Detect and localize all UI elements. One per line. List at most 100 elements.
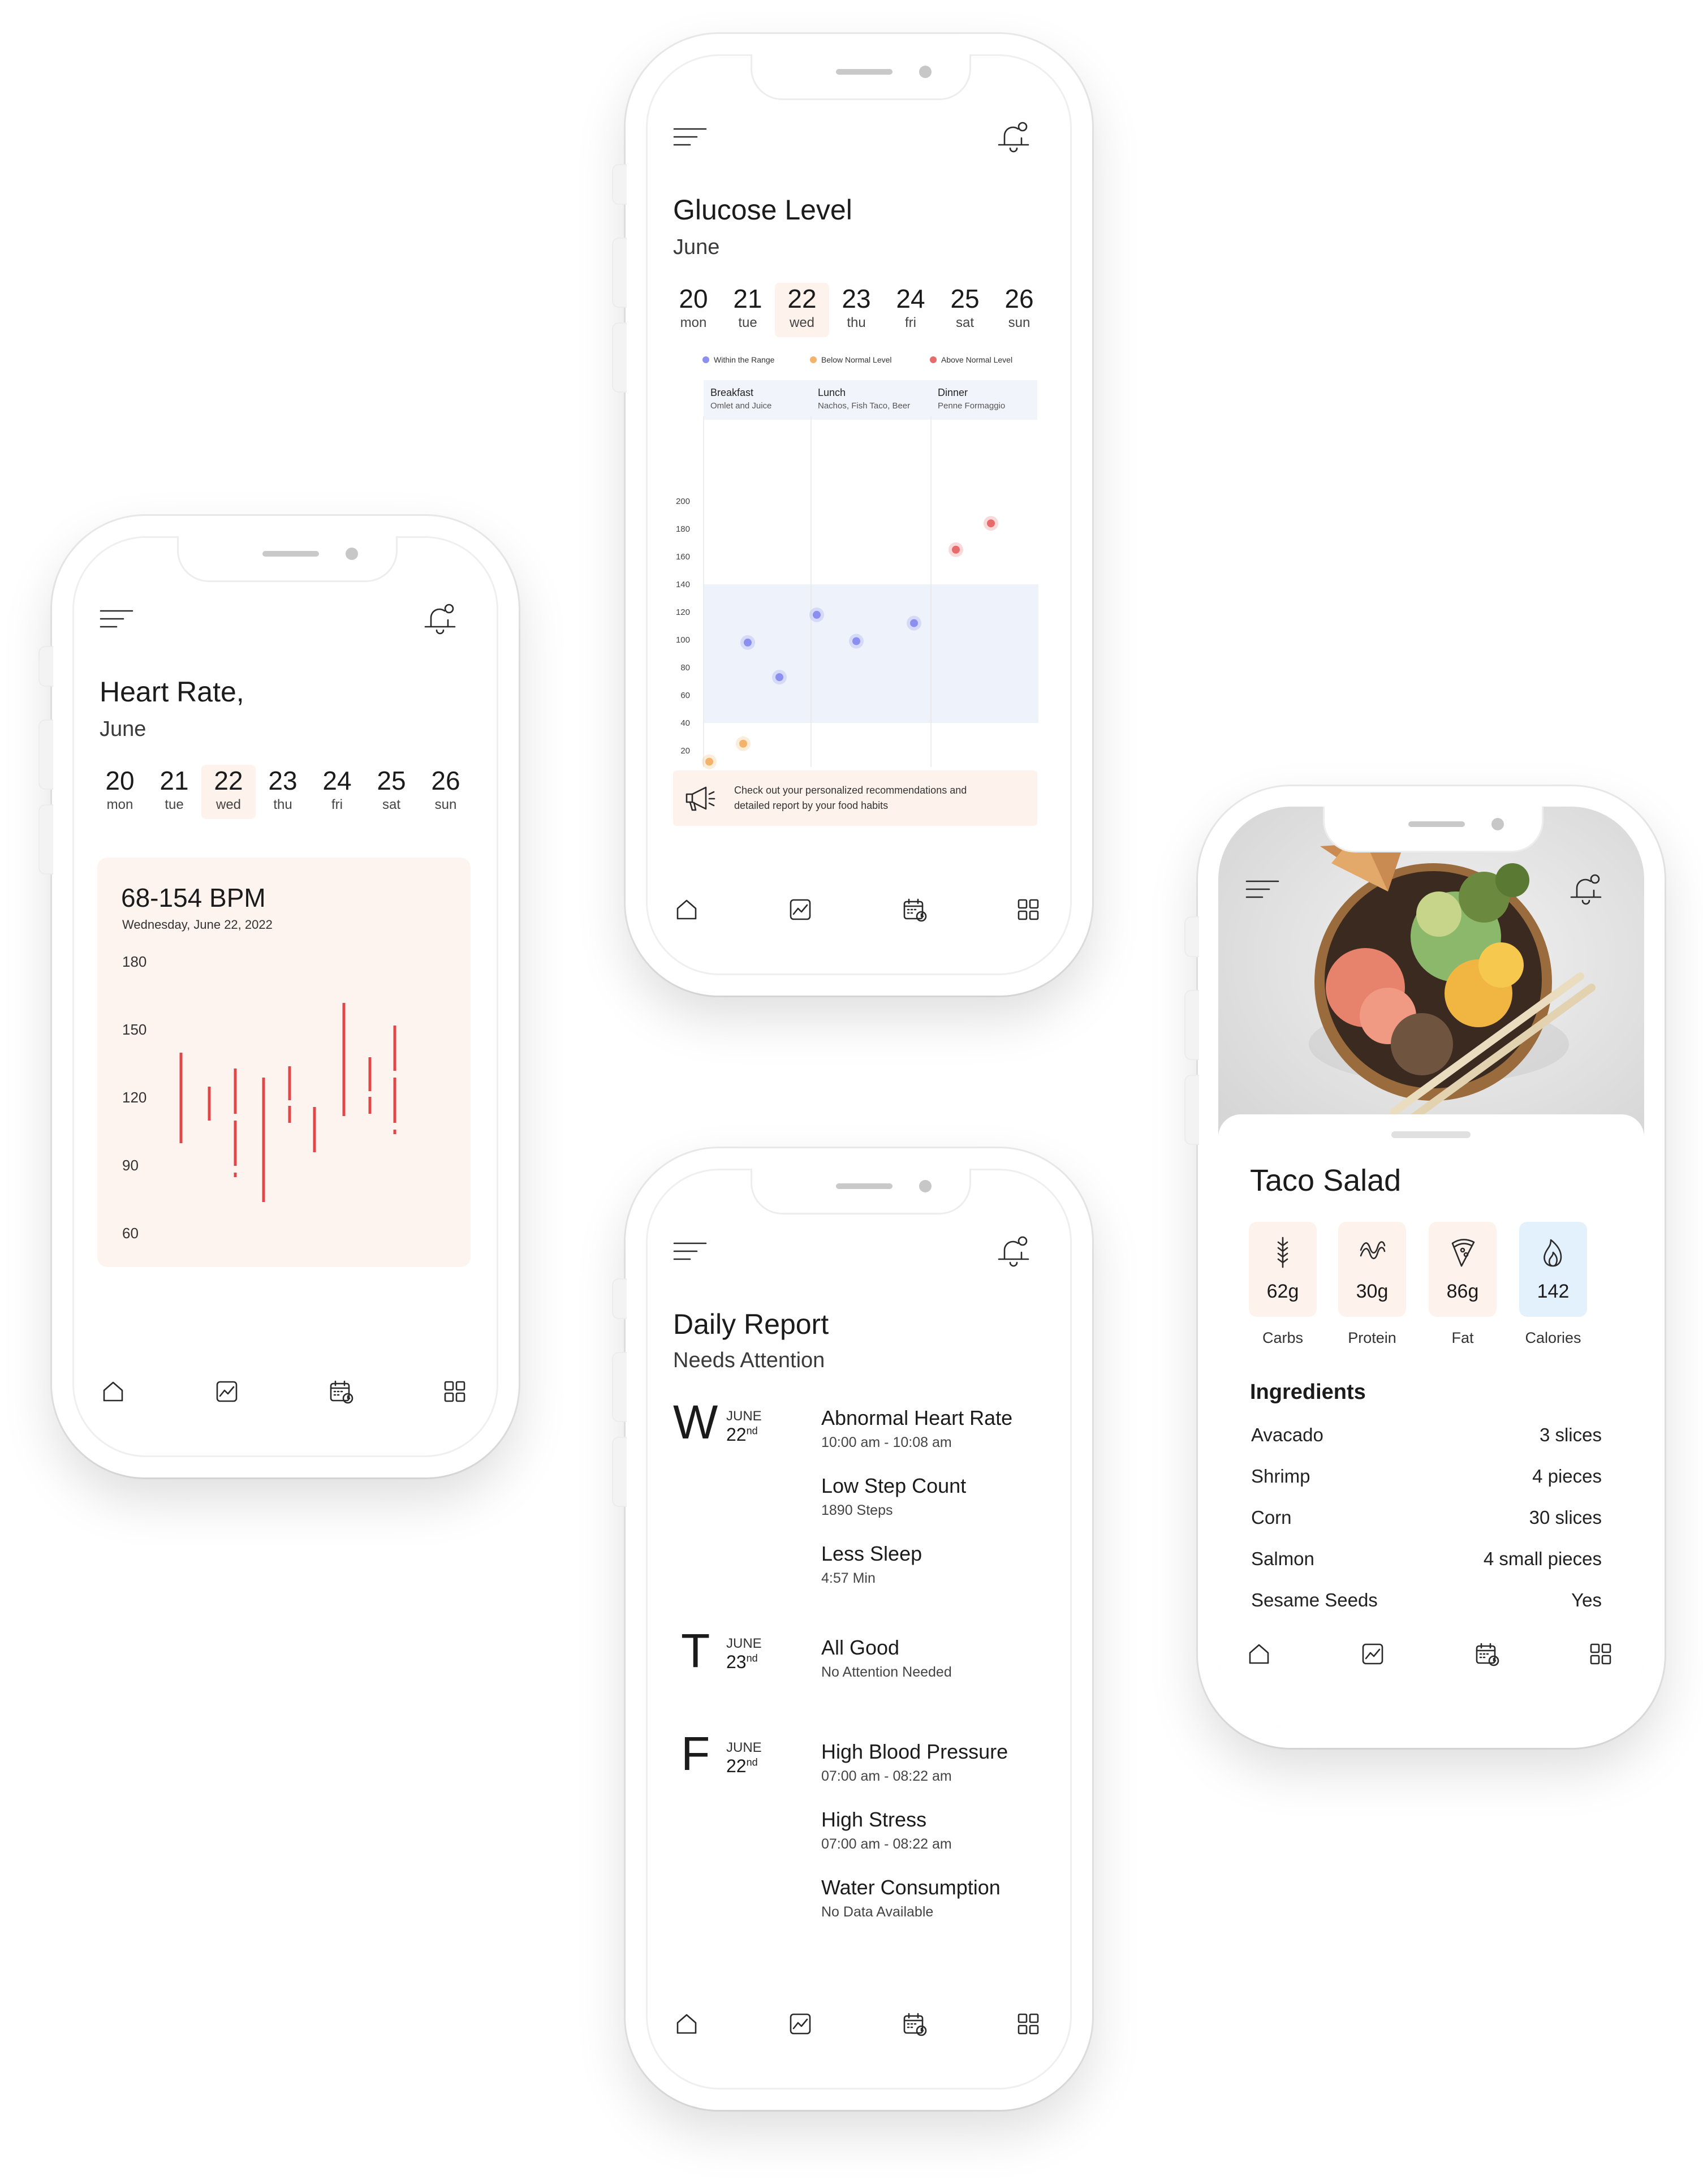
home-icon[interactable] [100,1378,127,1405]
nutrient-fat: 86g [1429,1222,1497,1317]
report-item-title[interactable]: Less Sleep [821,1542,922,1566]
report-item-title[interactable]: All Good [821,1636,899,1660]
glucose-point[interactable] [952,545,960,554]
chart-icon[interactable] [787,2010,814,2037]
side-button [1184,916,1199,957]
menu-icon[interactable] [673,126,707,148]
sheet-handle[interactable] [1391,1131,1471,1138]
day-fri[interactable]: 24 fri [310,765,364,819]
y-tick-label: 40 [680,718,690,728]
tab-bar [673,896,1042,923]
page-subtitle: June [673,235,720,259]
calendar-clock-icon[interactable] [901,896,928,923]
report-day-letter: F [681,1727,710,1780]
day-wed[interactable]: 22 wed [775,283,829,337]
bell-icon[interactable] [997,1234,1029,1268]
glucose-point[interactable] [910,619,918,627]
heart-rate-card: 68-154 BPM Wednesday, June 22, 2022 180 1… [97,858,471,1267]
day-number: 26 [1004,284,1034,313]
report-item-title[interactable]: High Stress [821,1808,926,1832]
side-button [38,720,53,790]
bell-icon[interactable] [1569,872,1602,906]
day-wed[interactable]: 22 wed [201,765,256,819]
calendar-clock-icon[interactable] [327,1378,355,1405]
report-item-sub: 07:00 am - 08:22 am [821,1836,952,1852]
report-date: 23nd [726,1652,758,1672]
meal-column[interactable]: Breakfast Omlet and Juice [710,387,771,411]
day-number: 24 [896,284,925,313]
grid-icon[interactable] [1015,2010,1042,2037]
side-button [612,1352,627,1422]
meal-column[interactable]: Dinner Penne Formaggio [938,387,1005,411]
y-tick-label: 60 [122,1225,139,1242]
day-mon[interactable]: 20 mon [93,765,147,819]
day-tue[interactable]: 21 tue [721,283,775,337]
heart-rate-chart: 180 150 120 90 60 [122,953,396,1242]
day-thu[interactable]: 23 thu [829,283,883,337]
y-tick-label: 160 [676,552,690,562]
chart-legend: Within the Range Below Normal Level Above … [702,355,1053,372]
y-tick-label: 200 [676,497,690,506]
home-icon[interactable] [673,896,700,923]
meal-food: Penne Formaggio [938,401,1006,411]
day-number: 21 [733,284,762,313]
day-sat[interactable]: 25 sat [364,765,419,819]
bell-icon[interactable] [997,120,1029,154]
grid-icon[interactable] [1015,896,1042,923]
chart-icon[interactable] [787,896,814,923]
chart-icon[interactable] [213,1378,240,1405]
chart-icon[interactable] [1359,1640,1386,1668]
wheat-icon [1277,1237,1288,1268]
side-button [1184,990,1199,1060]
day-sun[interactable]: 26 sun [419,765,473,819]
report-item-title[interactable]: Low Step Count [821,1474,966,1498]
day-thu[interactable]: 23 thu [256,765,310,819]
glucose-phone: Glucose Level June 20 mon 21 tue 22 wed 23 thu 2… [612,34,1092,996]
side-button [38,646,53,687]
tab-bar [100,1378,468,1405]
menu-icon[interactable] [1245,878,1279,901]
day-sat[interactable]: 25 sat [938,283,992,337]
menu-icon[interactable] [100,608,133,630]
grid-icon[interactable] [1587,1640,1614,1668]
glucose-point[interactable] [987,519,995,528]
day-label: sat [955,315,974,330]
home-icon[interactable] [673,2010,700,2037]
home-icon[interactable] [1245,1640,1273,1668]
day-tue[interactable]: 21 tue [147,765,201,819]
notch [176,536,398,582]
day-number: 23 [842,284,871,313]
tab-bar [673,2010,1042,2037]
day-label: tue [738,315,757,330]
glucose-point[interactable] [852,637,860,645]
glucose-point[interactable] [705,757,713,766]
menu-icon[interactable] [673,1240,707,1263]
calendar-clock-icon[interactable] [901,2010,928,2037]
normal-range-band [704,584,1038,723]
day-sun[interactable]: 26 sun [992,283,1046,337]
side-button [612,164,627,205]
calendar-clock-icon[interactable] [1473,1640,1501,1668]
meal-column[interactable]: Lunch Nachos, Fish Taco, Beer [818,387,910,411]
bell-icon[interactable] [423,602,456,636]
grid-icon[interactable] [441,1378,468,1405]
report-month: JUNE [726,1740,762,1755]
glucose-point[interactable] [813,610,821,619]
day-mon[interactable]: 20 mon [666,283,721,337]
meal-food: Omlet and Juice [710,401,772,411]
y-tick-label: 140 [676,580,690,589]
glucose-point[interactable] [744,638,752,647]
notch [1322,807,1544,852]
side-button [612,1437,627,1507]
food-title: Taco Salad [1250,1164,1402,1197]
y-tick-label: 180 [676,524,690,534]
recommendation-banner[interactable]: Check out your personalized recommendati… [673,770,1037,826]
report-item-title[interactable]: Water Consumption [821,1876,1001,1899]
glucose-point[interactable] [739,739,747,748]
report-item-title[interactable]: Abnormal Heart Rate [821,1406,1012,1430]
report-item-title[interactable]: High Blood Pressure [821,1740,1008,1764]
day-fri[interactable]: 24 fri [883,283,938,337]
glucose-point[interactable] [775,673,783,682]
ingredient-row: Shrimp 4 pieces [1251,1466,1602,1487]
ingredients-title: Ingredients [1250,1380,1366,1404]
